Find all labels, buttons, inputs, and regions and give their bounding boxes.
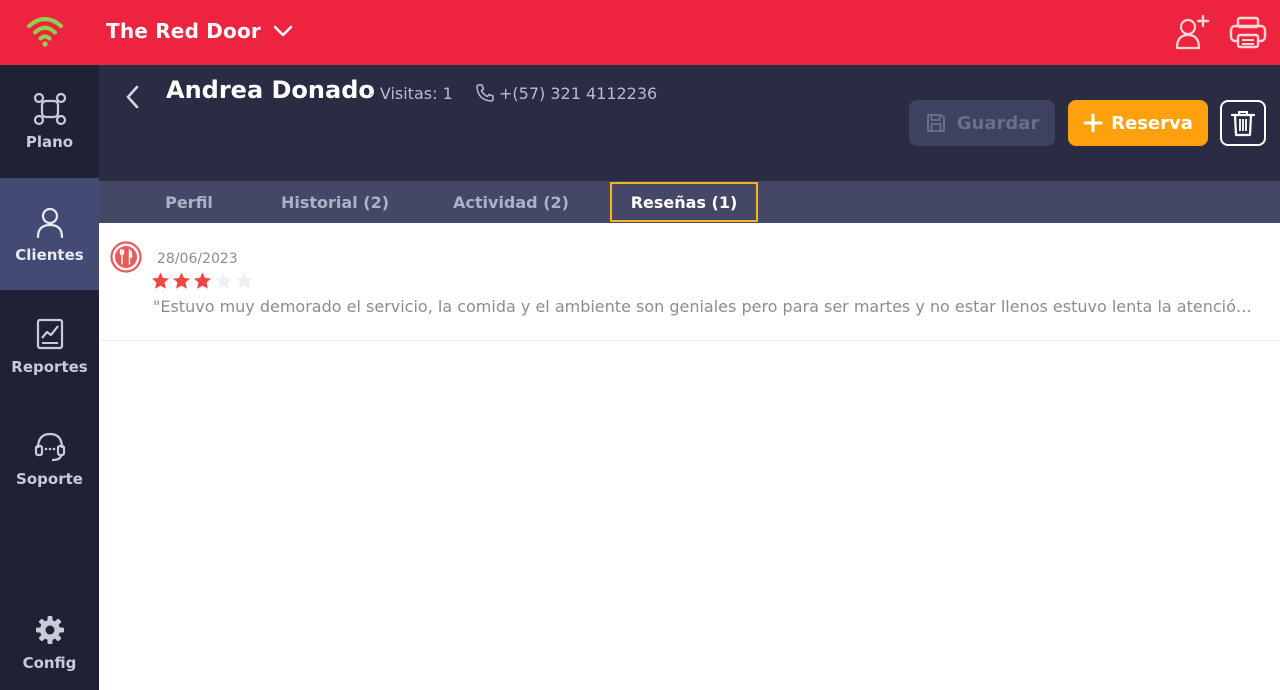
- tab-label: Perfil: [165, 192, 213, 212]
- headset-icon: [34, 432, 65, 462]
- chevron-down-icon: [273, 25, 293, 37]
- client-tabs: Perfil Historial (2) Actividad (2) Reseñ…: [99, 181, 1280, 223]
- top-bar: The Red Door: [0, 0, 1280, 65]
- gear-icon: [35, 616, 64, 644]
- plus-icon: [1083, 113, 1103, 133]
- phone-number: +(57) 321 4112236: [499, 84, 658, 103]
- wifi-icon: [27, 17, 63, 47]
- tab-label: Historial (2): [280, 192, 390, 212]
- tab-resenas[interactable]: Reseñas (1): [610, 182, 758, 222]
- sidebar-item-soporte[interactable]: Soporte: [0, 402, 99, 514]
- phone-icon: [476, 84, 494, 102]
- floppy-disk-icon: [926, 114, 945, 132]
- sidebar-item-label: Reportes: [11, 358, 88, 376]
- user-icon: [36, 207, 63, 239]
- review-item[interactable]: 28/06/2023 "Estuvo muy demorado el servi…: [99, 223, 1280, 341]
- tab-historial[interactable]: Historial (2): [271, 181, 399, 223]
- star-icon-filled: [152, 272, 169, 289]
- new-reservation-button[interactable]: Reserva: [1068, 100, 1208, 146]
- sidebar-item-label: Soporte: [16, 470, 83, 488]
- sidebar-item-label: Clientes: [15, 246, 84, 264]
- venue-name: The Red Door: [106, 19, 261, 43]
- back-arrow-icon[interactable]: [121, 83, 145, 111]
- reserve-button-label: Reserva: [1111, 112, 1193, 134]
- sidebar: Plano Clientes Reportes Soporte Config: [0, 65, 99, 690]
- sidebar-item-label: Config: [22, 654, 77, 672]
- reviews-panel: 28/06/2023 "Estuvo muy demorado el servi…: [99, 223, 1280, 690]
- sidebar-item-config[interactable]: Config: [0, 594, 99, 690]
- client-header: Andrea Donado - Visitas: 1 +(57) 321 411…: [99, 65, 1280, 181]
- star-icon-empty: [215, 272, 232, 289]
- tab-label: Actividad (2): [453, 192, 569, 212]
- trash-icon: [1230, 111, 1256, 137]
- delete-client-button[interactable]: [1220, 100, 1266, 146]
- review-text: "Estuvo muy demorado el servicio, la com…: [153, 297, 1253, 316]
- star-rating: [150, 271, 255, 291]
- venue-selector[interactable]: The Red Door: [106, 19, 293, 43]
- review-date: 28/06/2023: [157, 251, 238, 267]
- tab-perfil[interactable]: Perfil: [137, 181, 241, 223]
- visit-count: - Visitas: 1: [369, 84, 453, 103]
- star-icon-filled: [194, 272, 211, 289]
- tab-actividad[interactable]: Actividad (2): [445, 181, 577, 223]
- sidebar-item-plano[interactable]: Plano: [0, 65, 99, 177]
- sidebar-item-reportes[interactable]: Reportes: [0, 290, 99, 402]
- add-user-icon[interactable]: [1172, 13, 1212, 53]
- star-icon-empty: [236, 272, 253, 289]
- tab-label: Reseñas (1): [630, 192, 738, 212]
- star-icon-filled: [173, 272, 190, 289]
- restaurant-badge-icon: [110, 241, 142, 273]
- sidebar-item-label: Plano: [25, 133, 74, 151]
- report-chart-icon: [36, 318, 63, 350]
- save-button-label: Guardar: [956, 112, 1040, 134]
- client-name: Andrea Donado: [166, 76, 375, 104]
- save-button[interactable]: Guardar: [909, 100, 1055, 146]
- printer-icon[interactable]: [1228, 13, 1268, 53]
- floor-plan-icon: [33, 92, 66, 126]
- sidebar-item-clientes[interactable]: Clientes: [0, 178, 99, 290]
